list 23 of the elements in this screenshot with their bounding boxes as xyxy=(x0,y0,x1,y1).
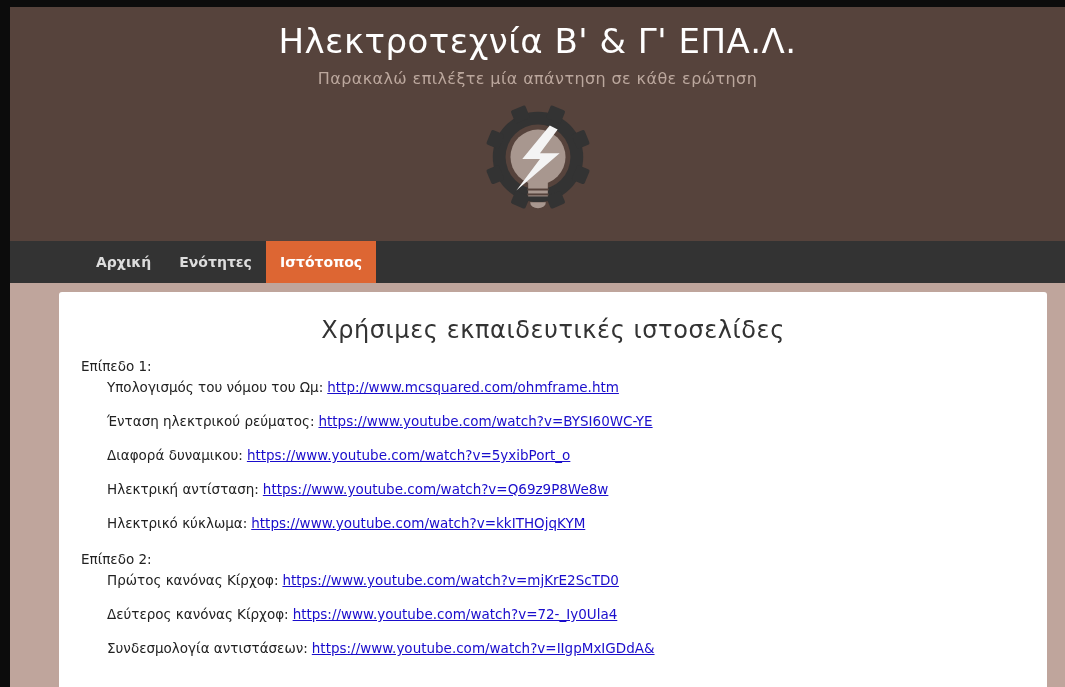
url-link[interactable]: http://www.mcsquared.com/ohmframe.htm xyxy=(327,379,619,395)
site-subtitle: Παρακαλώ επιλέξτε μία απάντηση σε κάθε ερώτηση xyxy=(317,69,758,88)
url-link[interactable]: https://www.youtube.com/watch?v=kkITHOjqKYM xyxy=(251,515,586,531)
level-label: Επίπεδο 2: xyxy=(81,551,152,567)
topic-label: Διαφορά δυναμικου: xyxy=(107,447,243,463)
topic-label: Δεύτερος κανόνας Κίρχοφ: xyxy=(107,606,289,622)
topic-label: Ένταση ηλεκτρικού ρεύματος: xyxy=(107,413,315,429)
topic-label: Πρώτος κανόνας Κίρχοφ: xyxy=(107,572,279,588)
topic-label: Ηλεκτρικό κύκλωμα: xyxy=(107,515,248,531)
level-label: Επίπεδο 1: xyxy=(81,358,152,374)
url-link[interactable]: https://www.youtube.com/watch?v=IIgpMxIGDdA& xyxy=(311,640,655,656)
topic-label: Ηλεκτρική αντίσταση: xyxy=(107,481,259,497)
url-link[interactable]: https://www.youtube.com/watch?v=Q69z9P8We8w xyxy=(262,481,609,497)
topic-label: Συνδεσμολογία αντιστάσεων: xyxy=(107,640,308,656)
url-link[interactable]: https://www.youtube.com/watch?v=mjKrE2ScTD0 xyxy=(282,572,619,588)
url-link[interactable]: https://www.youtube.com/watch?v=BYSI60WC-YE xyxy=(318,413,653,429)
topic-label: Υπολογισμός του νόμου του Ωμ: xyxy=(107,379,324,395)
url-link[interactable]: https://www.youtube.com/watch?v=5yxibPort_o xyxy=(246,447,571,463)
page-heading: Χρήσιμες εκπαιδευτικές ιστοσελίδες xyxy=(320,316,786,344)
site-title: Ηλεκτροτεχνία Β' & Γ' ΕΠΑ.Λ. xyxy=(278,21,797,61)
nav-tab[interactable]: Ενότητες xyxy=(165,241,266,283)
url-link[interactable]: https://www.youtube.com/watch?v=72-_Iy0Ula4 xyxy=(292,606,618,622)
nav-tab[interactable]: Αρχική xyxy=(82,241,166,283)
